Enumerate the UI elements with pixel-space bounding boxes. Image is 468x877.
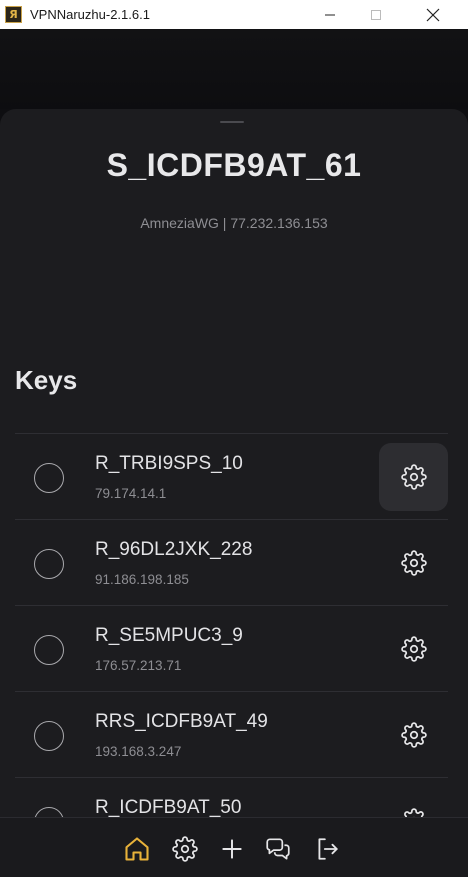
drag-handle[interactable] — [220, 121, 244, 123]
nav-logout-button[interactable] — [313, 835, 341, 863]
keys-list: R_TRBI9SPS_10 79.174.14.1 R_96DL2JXK_228… — [15, 433, 448, 817]
app-window: Я VPNNaruzhu-2.1.6.1 S_ICDFB9AT_61 Amnez… — [0, 0, 468, 877]
key-name: R_ICDFB9AT_50 — [95, 797, 242, 817]
key-settings-button[interactable] — [379, 787, 448, 817]
key-name: R_TRBI9SPS_10 — [95, 453, 243, 474]
app-logo-icon: Я — [5, 6, 22, 23]
key-name: R_96DL2JXK_228 — [95, 539, 253, 560]
key-ip: 91.186.198.185 — [95, 572, 189, 587]
key-ip: 193.168.3.247 — [95, 744, 182, 759]
title-bar: Я VPNNaruzhu-2.1.6.1 — [0, 0, 468, 29]
key-row[interactable]: R_SE5MPUC3_9 176.57.213.71 — [15, 605, 448, 691]
key-name: RRS_ICDFB9AT_49 — [95, 711, 268, 732]
chat-icon — [266, 838, 290, 860]
bottom-nav — [0, 817, 468, 877]
key-row[interactable]: R_ICDFB9AT_50 — [15, 777, 448, 817]
maximize-icon — [371, 9, 381, 20]
key-radio-button[interactable] — [34, 463, 64, 493]
nav-add-button[interactable] — [218, 835, 246, 863]
key-radio-button[interactable] — [34, 635, 64, 665]
home-icon — [125, 837, 149, 861]
gear-icon — [400, 550, 427, 576]
key-settings-button[interactable] — [379, 443, 448, 511]
window-title: VPNNaruzhu-2.1.6.1 — [30, 7, 150, 22]
key-settings-button[interactable] — [379, 615, 448, 683]
nav-home-button[interactable] — [123, 835, 151, 863]
key-name: R_SE5MPUC3_9 — [95, 625, 243, 646]
maximize-button[interactable] — [353, 0, 399, 29]
key-radio-button[interactable] — [34, 721, 64, 751]
server-name: S_ICDFB9AT_61 — [106, 147, 362, 183]
key-radio-button[interactable] — [34, 807, 64, 817]
nav-settings-button[interactable] — [171, 835, 199, 863]
app-logo-letter: Я — [9, 8, 18, 21]
key-radio-button[interactable] — [34, 549, 64, 579]
keys-heading: Keys — [15, 365, 78, 395]
key-settings-button[interactable] — [379, 701, 448, 769]
key-ip: 79.174.14.1 — [95, 486, 167, 501]
key-row[interactable]: RRS_ICDFB9AT_49 193.168.3.247 — [15, 691, 448, 777]
close-button[interactable] — [410, 0, 456, 29]
key-settings-button[interactable] — [379, 529, 448, 597]
plus-icon — [222, 839, 242, 859]
gear-icon — [400, 464, 427, 490]
key-ip: 176.57.213.71 — [95, 658, 182, 673]
gear-icon — [403, 808, 424, 817]
server-info: AmneziaWG | 77.232.136.153 — [140, 215, 328, 231]
nav-chat-button[interactable] — [264, 835, 292, 863]
close-icon — [426, 8, 440, 21]
gear-icon — [172, 836, 198, 862]
key-row[interactable]: R_TRBI9SPS_10 79.174.14.1 — [15, 433, 448, 519]
gear-icon — [400, 722, 427, 748]
background-header — [0, 29, 468, 109]
minimize-icon — [325, 14, 335, 15]
logout-icon — [318, 838, 338, 860]
server-sheet: S_ICDFB9AT_61 AmneziaWG | 77.232.136.153… — [0, 109, 468, 817]
key-row[interactable]: R_96DL2JXK_228 91.186.198.185 — [15, 519, 448, 605]
minimize-button[interactable] — [307, 0, 353, 29]
gear-icon — [400, 636, 427, 662]
